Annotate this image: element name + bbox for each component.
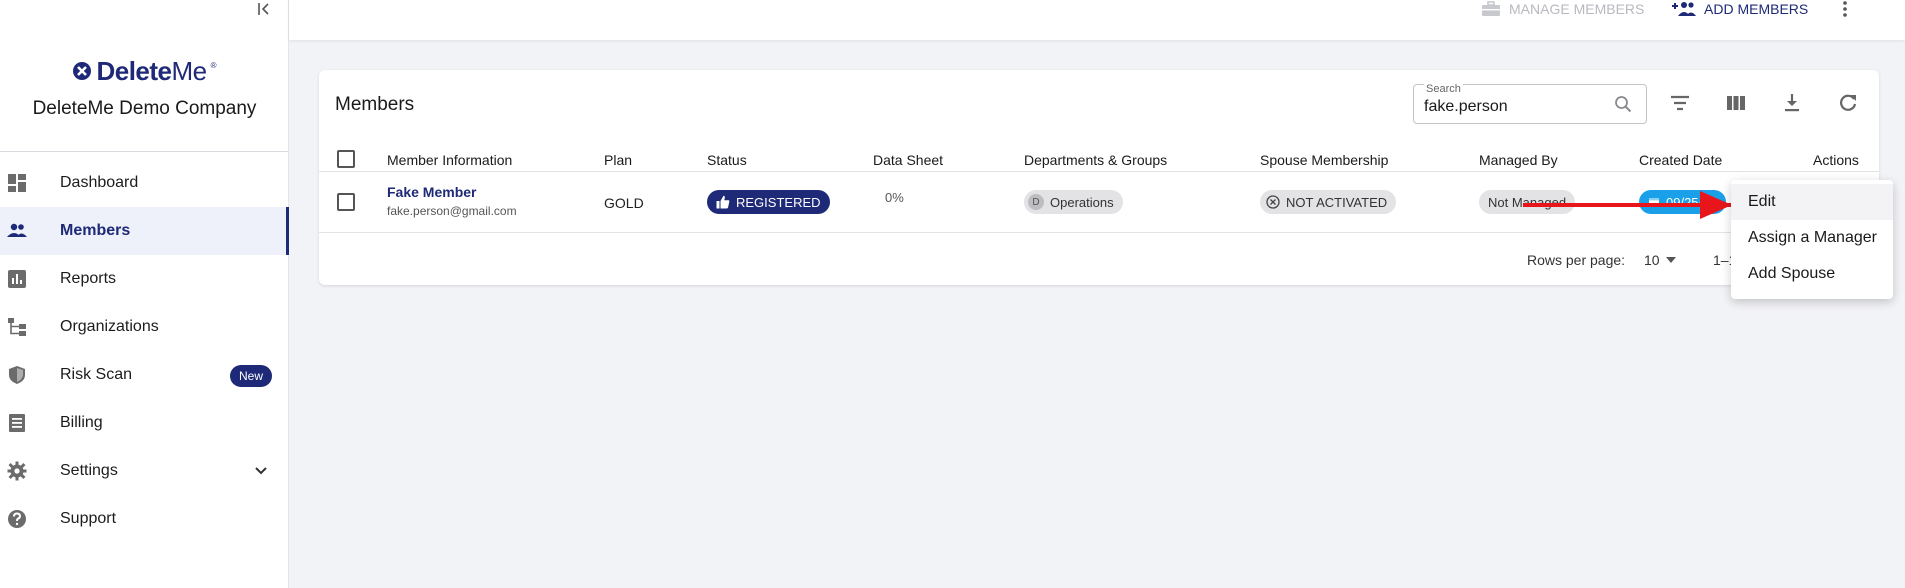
more-vertical-icon xyxy=(1843,1,1847,17)
manage-members-button[interactable]: MANAGE MEMBERS xyxy=(1481,0,1644,18)
member-name-link[interactable]: Fake Member xyxy=(387,184,517,200)
collapse-left-icon xyxy=(258,3,269,15)
rows-per-page-select[interactable]: 10 xyxy=(1644,252,1676,268)
company-name: DeleteMe Demo Company xyxy=(32,98,257,119)
status-cell: REGISTERED xyxy=(707,190,830,214)
refresh-icon[interactable] xyxy=(1837,92,1859,114)
card-title: Members xyxy=(335,94,415,115)
sidebar-item-label: Dashboard xyxy=(60,174,139,191)
menu-item-edit[interactable]: Edit xyxy=(1731,184,1893,220)
department-chip: D Operations xyxy=(1024,190,1123,214)
member-email: fake.person@gmail.com xyxy=(387,204,517,218)
sidebar-item-organizations[interactable]: Organizations xyxy=(0,303,289,351)
sidebar-item-support[interactable]: Support xyxy=(0,495,289,543)
sidebar-item-label: Members xyxy=(60,222,131,239)
row-checkbox[interactable] xyxy=(337,193,355,211)
column-header[interactable]: Managed By xyxy=(1479,152,1558,168)
search-icon[interactable] xyxy=(1614,95,1632,113)
status-label: REGISTERED xyxy=(736,194,821,210)
column-header[interactable]: Data Sheet xyxy=(873,152,943,168)
department-initial-avatar: D xyxy=(1028,194,1044,210)
spouse-cell: NOT ACTIVATED xyxy=(1260,190,1397,214)
sidebar-nav: Dashboard Members Reports Organizations … xyxy=(0,159,289,543)
new-badge: New xyxy=(230,365,273,387)
caret-down-icon xyxy=(1665,257,1676,263)
column-header[interactable]: Spouse Membership xyxy=(1260,152,1388,168)
select-all-checkbox[interactable] xyxy=(337,150,355,168)
sidebar-item-risk-scan[interactable]: Risk Scan New xyxy=(0,351,289,399)
sidebar-item-label: Organizations xyxy=(60,318,159,335)
status-badge: REGISTERED xyxy=(707,190,830,214)
managed-by-chip: Not Managed xyxy=(1479,190,1576,214)
data-sheet-cell: 0% xyxy=(885,190,904,205)
sidebar-item-settings[interactable]: Settings xyxy=(0,447,289,495)
dashboard-icon xyxy=(8,174,26,192)
column-header[interactable]: Plan xyxy=(604,152,632,168)
collapse-sidebar-button[interactable] xyxy=(254,0,274,18)
annotation-arrow-head xyxy=(1700,191,1732,219)
department-label: Operations xyxy=(1050,194,1114,210)
managed-by-cell: Not Managed xyxy=(1479,190,1576,214)
column-header[interactable]: Member Information xyxy=(387,152,512,168)
column-header[interactable]: Created Date xyxy=(1639,152,1722,168)
briefcase-icon xyxy=(1482,1,1500,16)
add-people-icon xyxy=(1672,2,1696,16)
thumbs-up-icon xyxy=(716,195,730,209)
actions-menu: Edit Assign a Manager Add Spouse xyxy=(1731,180,1893,299)
cancel-circle-icon xyxy=(1266,195,1280,209)
top-bar: MANAGE MEMBERS ADD MEMBERS xyxy=(289,0,1905,40)
search-input[interactable] xyxy=(1424,98,1604,116)
rows-per-page-value: 10 xyxy=(1644,252,1660,268)
member-info-cell: Fake Member fake.person@gmail.com xyxy=(387,184,517,218)
receipt-icon xyxy=(9,414,25,432)
sidebar-item-reports[interactable]: Reports xyxy=(0,255,289,303)
download-icon[interactable] xyxy=(1781,92,1803,114)
people-icon xyxy=(7,223,27,237)
sidebar-item-label: Settings xyxy=(60,462,118,479)
spouse-status-label: NOT ACTIVATED xyxy=(1286,194,1388,210)
help-circle-icon xyxy=(8,510,26,528)
brand: DeleteMe ® DeleteMe Demo Company xyxy=(0,56,289,120)
deleteme-mark-icon xyxy=(73,62,92,80)
more-options-button[interactable] xyxy=(1836,0,1854,18)
plan-cell: GOLD xyxy=(604,195,644,211)
chevron-down-icon[interactable] xyxy=(252,461,270,479)
gear-icon xyxy=(7,461,27,481)
manage-members-label: MANAGE MEMBERS xyxy=(1509,1,1645,17)
sidebar: DeleteMe ® DeleteMe Demo Company Dashboa… xyxy=(0,0,289,588)
table-header: Member Information Plan Status Data Shee… xyxy=(319,144,1879,172)
column-header[interactable]: Departments & Groups xyxy=(1024,152,1167,168)
sidebar-item-label: Support xyxy=(60,510,117,527)
rows-per-page-label: Rows per page: xyxy=(1527,252,1626,268)
department-cell: D Operations xyxy=(1024,190,1123,214)
menu-item-add-spouse[interactable]: Add Spouse xyxy=(1731,256,1893,292)
shield-icon xyxy=(9,366,25,384)
column-header: Actions xyxy=(1813,152,1859,168)
members-card: Members Search Member Information Plan S… xyxy=(319,70,1879,285)
org-tree-icon xyxy=(8,318,26,336)
columns-icon[interactable] xyxy=(1725,92,1747,114)
search-label: Search xyxy=(1424,83,1463,95)
add-members-label: ADD MEMBERS xyxy=(1704,1,1809,17)
bar-chart-icon xyxy=(8,270,26,288)
sidebar-item-billing[interactable]: Billing xyxy=(0,399,289,447)
column-header[interactable]: Status xyxy=(707,152,747,168)
sidebar-item-dashboard[interactable]: Dashboard xyxy=(0,159,289,207)
add-members-button[interactable]: ADD MEMBERS xyxy=(1672,0,1808,18)
logo-text: DeleteMe xyxy=(96,55,207,86)
sidebar-item-label: Reports xyxy=(60,270,117,287)
filter-icon[interactable] xyxy=(1669,92,1691,114)
sidebar-item-label: Billing xyxy=(60,414,103,431)
deleteme-logo[interactable]: DeleteMe ® xyxy=(72,55,217,86)
search-field[interactable]: Search xyxy=(1413,83,1647,124)
sidebar-divider xyxy=(0,151,289,152)
menu-item-assign-manager[interactable]: Assign a Manager xyxy=(1731,220,1893,256)
sidebar-item-label: Risk Scan xyxy=(60,366,133,383)
sidebar-item-members[interactable]: Members xyxy=(0,207,289,255)
logo-registered-mark: ® xyxy=(210,60,217,70)
spouse-status-chip: NOT ACTIVATED xyxy=(1260,190,1397,214)
